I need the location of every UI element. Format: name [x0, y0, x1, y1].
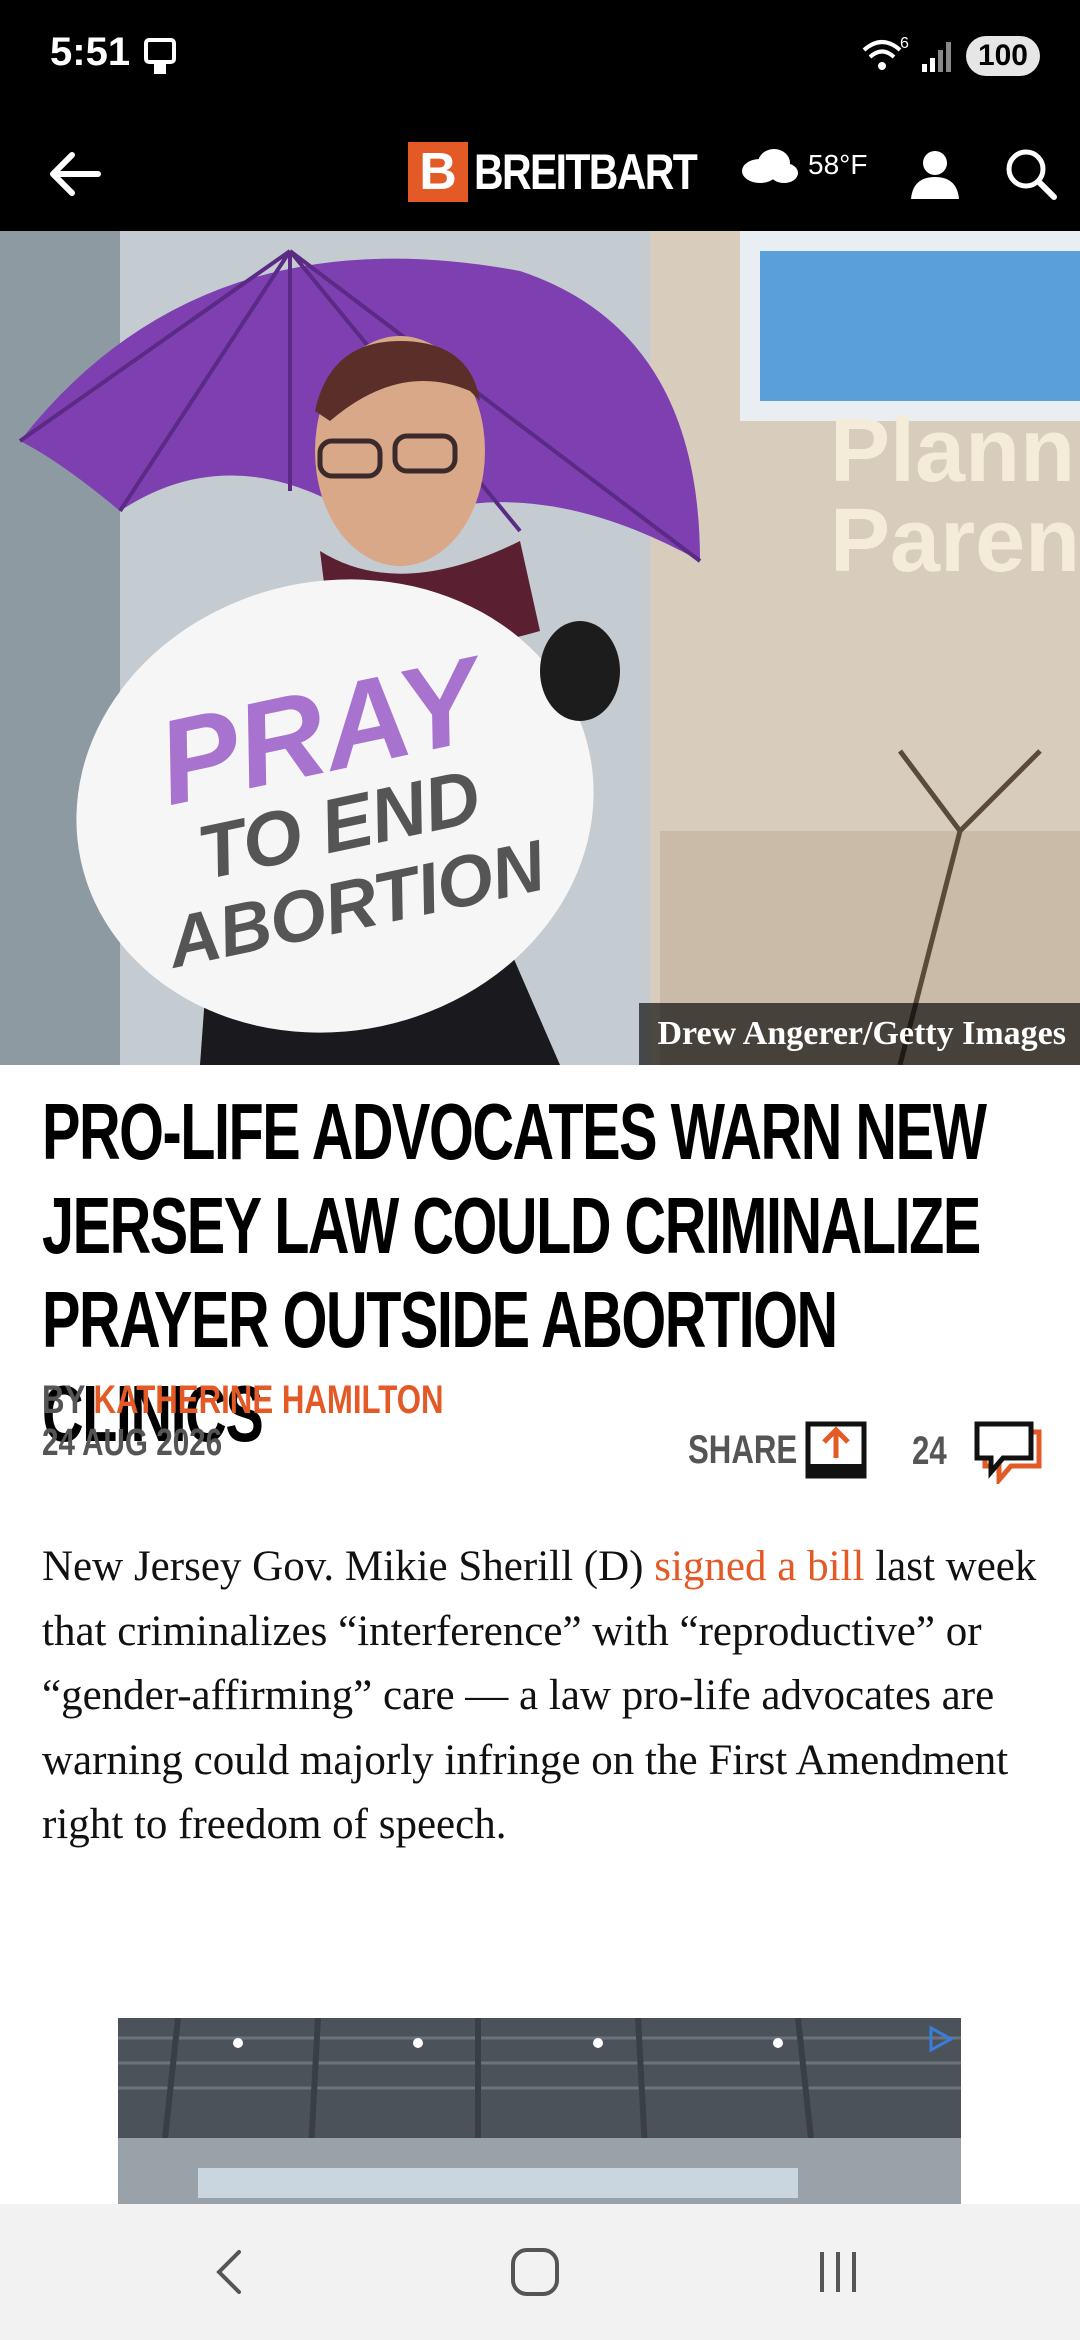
share-label: SHARE	[688, 1427, 798, 1472]
author-link[interactable]: KATHERINE HAMILTON	[93, 1378, 443, 1422]
weather-widget[interactable]: 58°F	[738, 145, 867, 185]
back-arrow-icon[interactable]	[40, 139, 110, 209]
wifi-badge: 6	[900, 36, 909, 52]
hero-photo: Plann Paren PRAY TO END ABORTION	[0, 231, 1080, 1065]
signal-icon	[921, 42, 951, 72]
user-icon[interactable]	[905, 143, 965, 203]
notification-phone-icon	[144, 38, 176, 74]
publish-date: 24 AUG 2026	[42, 1422, 223, 1464]
nav-recents-icon[interactable]	[808, 2242, 868, 2302]
svg-text:Paren: Paren	[830, 491, 1080, 591]
photo-credit: Drew Angerer/Getty Images	[639, 1003, 1080, 1065]
hero-image[interactable]: Plann Paren PRAY TO END ABORTION Drew An…	[0, 231, 1080, 1065]
by-label: BY	[42, 1378, 85, 1422]
svg-text:Plann: Plann	[830, 401, 1075, 501]
status-time: 5:51	[50, 30, 131, 74]
search-icon[interactable]	[1000, 143, 1060, 203]
status-bar: 5:51 6 100	[0, 0, 1080, 115]
body-text-start: New Jersey Gov. Mikie Sherill (D)	[42, 1543, 655, 1590]
comment-count: 24	[912, 1428, 947, 1473]
article-body: New Jersey Gov. Mikie Sherill (D) signed…	[42, 1535, 1042, 1858]
logo-letter: B	[408, 142, 468, 202]
logo-text: BREITBART	[474, 144, 698, 200]
share-button[interactable]: SHARE	[688, 1418, 868, 1482]
breitbart-logo[interactable]: B BREITBART	[408, 138, 745, 206]
byline: BY KATHERINE HAMILTON	[42, 1378, 444, 1423]
comments-button[interactable]: 24	[912, 1418, 1045, 1484]
nav-back-icon[interactable]	[201, 2242, 261, 2302]
battery-indicator: 100	[965, 36, 1040, 76]
wifi-icon: 6	[862, 36, 909, 70]
signed-bill-link[interactable]: signed a bill	[654, 1543, 864, 1590]
advertisement[interactable]	[118, 2018, 961, 2204]
weather-temperature: 58°F	[808, 149, 868, 180]
ad-choices-icon[interactable]	[925, 2024, 955, 2054]
system-nav-bar	[0, 2204, 1080, 2340]
cloud-icon	[742, 149, 798, 183]
nav-home-icon[interactable]	[505, 2242, 565, 2302]
app-header: B BREITBART 58°F	[0, 115, 1080, 231]
ad-warehouse-image	[118, 2018, 961, 2204]
comment-icon	[974, 1421, 1041, 1484]
share-icon	[805, 1421, 867, 1479]
